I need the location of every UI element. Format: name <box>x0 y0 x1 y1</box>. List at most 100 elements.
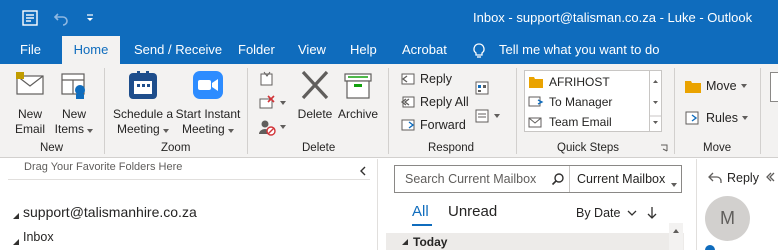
window-title: Inbox - support@talisman.co.za - Luke - … <box>473 10 753 25</box>
quick-step-label: Team Email <box>549 114 612 129</box>
sort-label: By Date <box>576 206 621 220</box>
group-header-today[interactable]: Today <box>386 233 684 250</box>
tab-file[interactable]: File <box>20 36 41 64</box>
group-divider <box>247 68 248 154</box>
avatar[interactable]: M <box>705 196 750 241</box>
tell-me-search[interactable]: Tell me what you want to do <box>499 36 659 64</box>
reply-button[interactable]: Reply <box>400 71 452 87</box>
search-icon[interactable] <box>551 172 565 191</box>
reply-label: Reply <box>727 171 759 185</box>
quick-steps-dialog-launcher[interactable] <box>660 144 669 153</box>
schedule-label-2: Meeting <box>116 122 160 136</box>
group-divider <box>516 68 517 154</box>
reading-reply-button[interactable]: Reply <box>707 171 759 185</box>
junk-icon <box>259 120 276 136</box>
search-box: Search Current Mailbox Current Mailbox <box>394 165 682 193</box>
instant-label-1: Start Instant <box>175 107 241 121</box>
folder-inbox[interactable]: Inbox <box>23 230 54 244</box>
schedule-label-1: Schedule a <box>112 107 174 121</box>
clean-up-button[interactable] <box>258 94 286 112</box>
group-divider <box>104 68 105 154</box>
quick-step-team-email[interactable]: Team Email <box>528 112 612 131</box>
schedule-meeting-button[interactable]: Schedule a Meeting <box>112 70 174 137</box>
reading-pane: Reply M <box>696 159 778 250</box>
new-items-button[interactable]: New Items <box>52 70 96 137</box>
group-divider <box>674 68 675 154</box>
start-instant-meeting-button[interactable]: Start Instant Meeting <box>174 70 242 137</box>
ribbon-tabs: File Home Send / Receive Folder View Hel… <box>0 36 778 64</box>
group-label-quick-steps: Quick Steps <box>557 142 619 154</box>
new-items-label-2: Items <box>54 122 84 136</box>
delete-button[interactable]: Delete <box>297 70 333 122</box>
archive-label: Archive <box>337 107 378 121</box>
filter-all-tab[interactable]: All <box>412 203 429 220</box>
calendar-icon <box>112 70 174 104</box>
group-label-respond: Respond <box>428 142 475 154</box>
tab-send-receive[interactable]: Send / Receive <box>134 36 222 64</box>
sort-by-dropdown[interactable]: By Date <box>576 206 637 220</box>
new-email-label-2: Email <box>14 122 45 136</box>
reply-all-button[interactable]: Reply All <box>400 94 469 110</box>
inbox-expand-icon[interactable] <box>12 233 20 251</box>
group-label-delete: Delete <box>302 142 336 154</box>
quick-steps-gallery: AFRIHOST To Manager Team Email <box>524 70 662 132</box>
reply-label: Reply <box>420 72 452 86</box>
meeting-reply-icon <box>475 81 489 95</box>
chevron-down-icon <box>494 114 500 118</box>
outlook-app-icon[interactable] <box>20 8 40 28</box>
reply-icon <box>708 172 722 183</box>
quick-step-afrihost[interactable]: AFRIHOST <box>528 72 610 91</box>
forward-button[interactable]: Forward <box>400 117 466 133</box>
undo-icon[interactable] <box>51 8 71 28</box>
filter-unread-tab[interactable]: Unread <box>448 203 497 220</box>
title-bar: Inbox - support@talisman.co.za - Luke - … <box>0 0 778 36</box>
chevron-down-icon[interactable] <box>671 174 677 192</box>
rules-icon <box>685 111 699 125</box>
ignore-icon <box>260 71 273 86</box>
chevron-down-icon <box>627 210 637 216</box>
folder-icon <box>529 76 543 88</box>
new-email-icon <box>8 70 52 104</box>
delete-label: Delete <box>297 107 333 121</box>
instant-label-2-wrap: Meeting <box>174 122 242 137</box>
list-scrollbar[interactable] <box>669 223 683 250</box>
chevron-down-icon <box>163 129 170 133</box>
new-items-icon <box>52 70 96 104</box>
ignore-button[interactable] <box>258 70 276 88</box>
customize-toolbar-icon[interactable] <box>80 8 100 28</box>
move-button[interactable]: Move <box>684 78 747 94</box>
new-email-button[interactable]: New Email <box>8 70 52 137</box>
new-items-label-1: New <box>61 107 86 121</box>
chevron-down-icon <box>280 125 286 129</box>
more-respond-icon <box>475 109 489 123</box>
reply-all-icon[interactable] <box>765 171 778 190</box>
search-scope-dropdown[interactable]: Current Mailbox <box>577 172 665 186</box>
tab-help[interactable]: Help <box>350 36 377 64</box>
group-label-new: New <box>40 142 64 154</box>
favorites-drop-hint: Drag Your Favorite Folders Here <box>24 161 183 173</box>
meeting-reply-button[interactable] <box>474 80 490 96</box>
quick-steps-scroll[interactable] <box>649 71 661 131</box>
sort-direction-icon[interactable] <box>646 205 658 226</box>
zoom-video-icon <box>174 70 242 104</box>
group-label-move: Move <box>703 142 732 154</box>
quick-step-label: AFRIHOST <box>549 74 610 89</box>
group-label-zoom: Zoom <box>161 142 191 154</box>
account-expand-icon[interactable] <box>12 207 20 225</box>
account-name[interactable]: support@talismanhire.co.za <box>23 204 197 220</box>
more-respond-button[interactable] <box>474 108 500 124</box>
tab-view[interactable]: View <box>298 36 326 64</box>
quick-step-label: To Manager <box>549 94 613 109</box>
archive-button[interactable]: Archive <box>336 70 380 122</box>
tab-home[interactable]: Home <box>62 36 120 64</box>
search-input[interactable]: Search Current Mailbox <box>405 172 536 186</box>
quick-step-to-manager[interactable]: To Manager <box>528 92 612 111</box>
chevron-down-icon <box>280 101 286 105</box>
group-divider <box>388 68 389 154</box>
tab-acrobat[interactable]: Acrobat <box>402 36 447 64</box>
junk-button[interactable] <box>258 118 286 136</box>
reply-icon <box>401 73 415 85</box>
tab-folder[interactable]: Folder <box>238 36 275 64</box>
rules-button[interactable]: Rules <box>684 110 748 126</box>
lightbulb-icon[interactable] <box>472 36 486 64</box>
